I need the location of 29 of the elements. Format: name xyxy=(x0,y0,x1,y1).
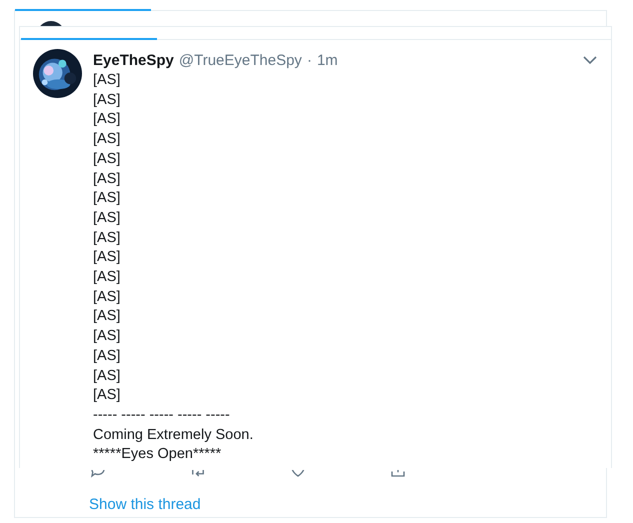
tweet-text-line: [AS] xyxy=(93,130,122,150)
tweet-text-line: [AS] xyxy=(93,288,122,307)
tweet-text-line: [AS] xyxy=(93,170,122,189)
user-handle[interactable]: @TrueEyeTheSpy xyxy=(178,52,302,68)
tweet-text-line: [AS] xyxy=(93,71,122,90)
tweet-text-line: [AS] xyxy=(93,90,122,110)
tweet-text-line: [AS] xyxy=(93,248,122,268)
tweet-text-line: [AS] xyxy=(93,366,122,386)
tweet-text-line: [AS] xyxy=(93,307,122,326)
tweet-time[interactable]: 1m xyxy=(316,52,338,68)
reply-icon[interactable] xyxy=(89,470,107,479)
tweet-text-line: [AS] xyxy=(93,327,122,346)
tweet-text-line: [AS] xyxy=(93,189,122,208)
tweet-text-line: [AS] xyxy=(93,228,122,248)
tweet-text-line: [AS] xyxy=(93,386,122,406)
user-name[interactable]: EyeTheSpy xyxy=(93,52,174,68)
tweet-text-line: *****Eyes Open***** xyxy=(93,445,222,464)
tweet-text-line: [AS] xyxy=(93,346,122,366)
tweet-text-line: [AS] xyxy=(93,150,122,169)
dot-separator: · xyxy=(306,52,312,68)
retweet-icon[interactable] xyxy=(189,470,207,479)
show-thread-link[interactable]: Show this thread xyxy=(89,496,201,513)
share-icon[interactable] xyxy=(389,470,407,479)
tweet-text-line: ----- ----- ----- ----- ----- xyxy=(93,406,231,425)
tweet-text-line: Coming Extremely Soon. xyxy=(93,426,254,445)
heart-icon[interactable] xyxy=(289,470,307,479)
tweet-text-line: [AS] xyxy=(93,208,122,228)
tweet-text-line: [AS] xyxy=(93,110,122,130)
tweet-text-line: [AS] xyxy=(93,268,122,288)
